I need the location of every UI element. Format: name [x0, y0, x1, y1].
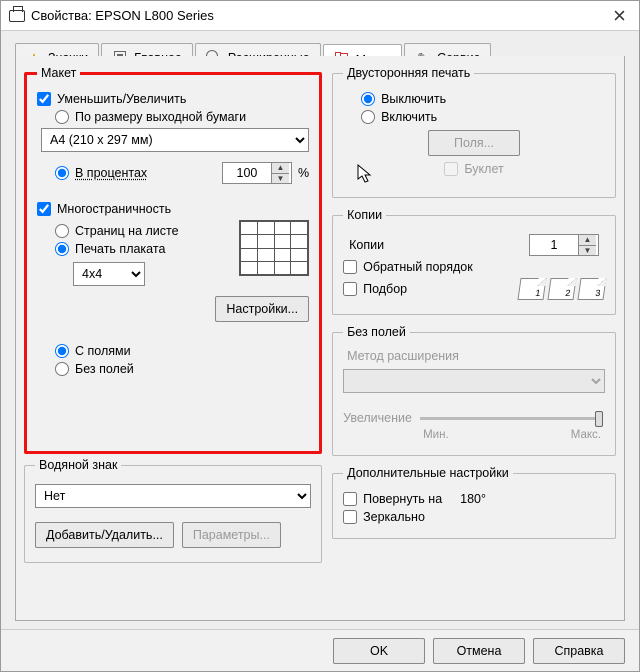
borderless-right-legend: Без полей: [343, 325, 410, 339]
left-column: Макет Уменьшить/Увеличить По размеру вых…: [24, 66, 322, 610]
percent-radio[interactable]: [55, 166, 69, 180]
poster-radio[interactable]: [55, 242, 69, 256]
duplex-legend: Двусторонняя печать: [343, 66, 474, 80]
slider-min-label: Мин.: [423, 429, 449, 441]
poster-preview: [239, 220, 309, 276]
booklet-label: Буклет: [464, 162, 503, 176]
printer-icon: [9, 8, 25, 24]
booklet-checkbox[interactable]: [444, 162, 458, 176]
maket-group: Макет Уменьшить/Увеличить По размеру вых…: [24, 66, 322, 454]
poster-size-select[interactable]: 4x4: [73, 262, 145, 286]
maket-legend: Макет: [37, 66, 80, 80]
close-icon: [614, 10, 625, 21]
percent-symbol: %: [298, 166, 309, 180]
copies-input[interactable]: [530, 235, 578, 255]
reverse-order-label: Обратный порядок: [363, 260, 473, 274]
duplex-on-radio[interactable]: [361, 110, 375, 124]
duplex-group: Двусторонняя печать Выключить Включить П…: [332, 66, 616, 198]
collate-label: Подбор: [363, 282, 407, 296]
pages-per-sheet-label: Страниц на листе: [75, 224, 179, 238]
with-margins-radio[interactable]: [55, 344, 69, 358]
expansion-method-label: Метод расширения: [347, 349, 601, 363]
cursor-icon: [357, 164, 375, 184]
copies-legend: Копии: [343, 208, 386, 222]
extra-legend: Дополнительные настройки: [343, 466, 513, 480]
copies-label: Копии: [349, 238, 384, 252]
poster-settings-button[interactable]: Настройки...: [215, 296, 309, 322]
cancel-button[interactable]: Отмена: [433, 638, 525, 664]
multipage-label: Многостраничность: [57, 202, 171, 216]
spinner-buttons[interactable]: ▲▼: [271, 163, 289, 183]
slider-max-label: Макс.: [571, 429, 601, 441]
fit-output-radio[interactable]: [55, 110, 69, 124]
mirror-checkbox[interactable]: [343, 510, 357, 524]
watermark-group: Водяной знак Нет Добавить/Удалить... Пар…: [24, 458, 322, 563]
tab-content: Макет Уменьшить/Увеличить По размеру вых…: [15, 56, 625, 621]
rotate-checkbox[interactable]: [343, 492, 357, 506]
percent-spinner[interactable]: ▲▼: [222, 162, 292, 184]
duplex-margins-button[interactable]: Поля...: [428, 130, 520, 156]
copies-group: Копии Копии ▲▼ Обратный порядок Подбор: [332, 208, 616, 315]
mirror-label: Зеркально: [363, 510, 425, 524]
paper-size-select[interactable]: A4 (210 x 297 мм): [41, 128, 309, 152]
rotate-degrees: 180°: [460, 492, 486, 506]
title-bar: Свойства: EPSON L800 Series: [1, 1, 639, 31]
reduce-enlarge-checkbox[interactable]: [37, 92, 51, 106]
spinner-buttons[interactable]: ▲▼: [578, 235, 596, 255]
watermark-select[interactable]: Нет: [35, 484, 311, 508]
duplex-off-label: Выключить: [381, 92, 446, 106]
borderless-right-group: Без полей Метод расширения Увеличение Ми…: [332, 325, 616, 456]
enlargement-label: Увеличение: [343, 411, 412, 425]
watermark-params-button[interactable]: Параметры...: [182, 522, 281, 548]
duplex-on-label: Включить: [381, 110, 437, 124]
borderless-radio[interactable]: [55, 362, 69, 376]
reduce-enlarge-label: Уменьшить/Увеличить: [57, 92, 186, 106]
help-button[interactable]: Справка: [533, 638, 625, 664]
fit-output-row: По размеру выходной бумаги: [55, 110, 309, 124]
reduce-enlarge-row: Уменьшить/Увеличить: [37, 92, 309, 106]
close-button[interactable]: [599, 2, 639, 30]
reverse-order-checkbox[interactable]: [343, 260, 357, 274]
window-title: Свойства: EPSON L800 Series: [31, 8, 599, 23]
watermark-add-delete-button[interactable]: Добавить/Удалить...: [35, 522, 174, 548]
with-margins-label: С полями: [75, 344, 131, 358]
collate-checkbox[interactable]: [343, 282, 357, 296]
dialog-footer: OK Отмена Справка: [1, 629, 639, 671]
watermark-legend: Водяной знак: [35, 458, 121, 472]
printer-properties-window: Свойства: EPSON L800 Series ★ Значки Гла…: [0, 0, 640, 672]
ok-button[interactable]: OK: [333, 638, 425, 664]
extra-group: Дополнительные настройки Повернуть на 18…: [332, 466, 616, 539]
enlargement-slider[interactable]: [418, 417, 605, 420]
rotate-label: Повернуть на: [363, 492, 442, 506]
percent-input[interactable]: [223, 163, 271, 183]
expansion-method-select[interactable]: [343, 369, 605, 393]
borderless-label: Без полей: [75, 362, 134, 376]
poster-label: Печать плаката: [75, 242, 165, 256]
pages-per-sheet-radio[interactable]: [55, 224, 69, 238]
copies-spinner[interactable]: ▲▼: [529, 234, 599, 256]
percent-label: В процентах: [75, 166, 147, 180]
right-column: Двусторонняя печать Выключить Включить П…: [332, 66, 616, 610]
duplex-off-radio[interactable]: [361, 92, 375, 106]
collate-icon: 1 2 3: [519, 278, 605, 300]
multipage-checkbox[interactable]: [37, 202, 51, 216]
fit-output-label: По размеру выходной бумаги: [75, 110, 246, 124]
